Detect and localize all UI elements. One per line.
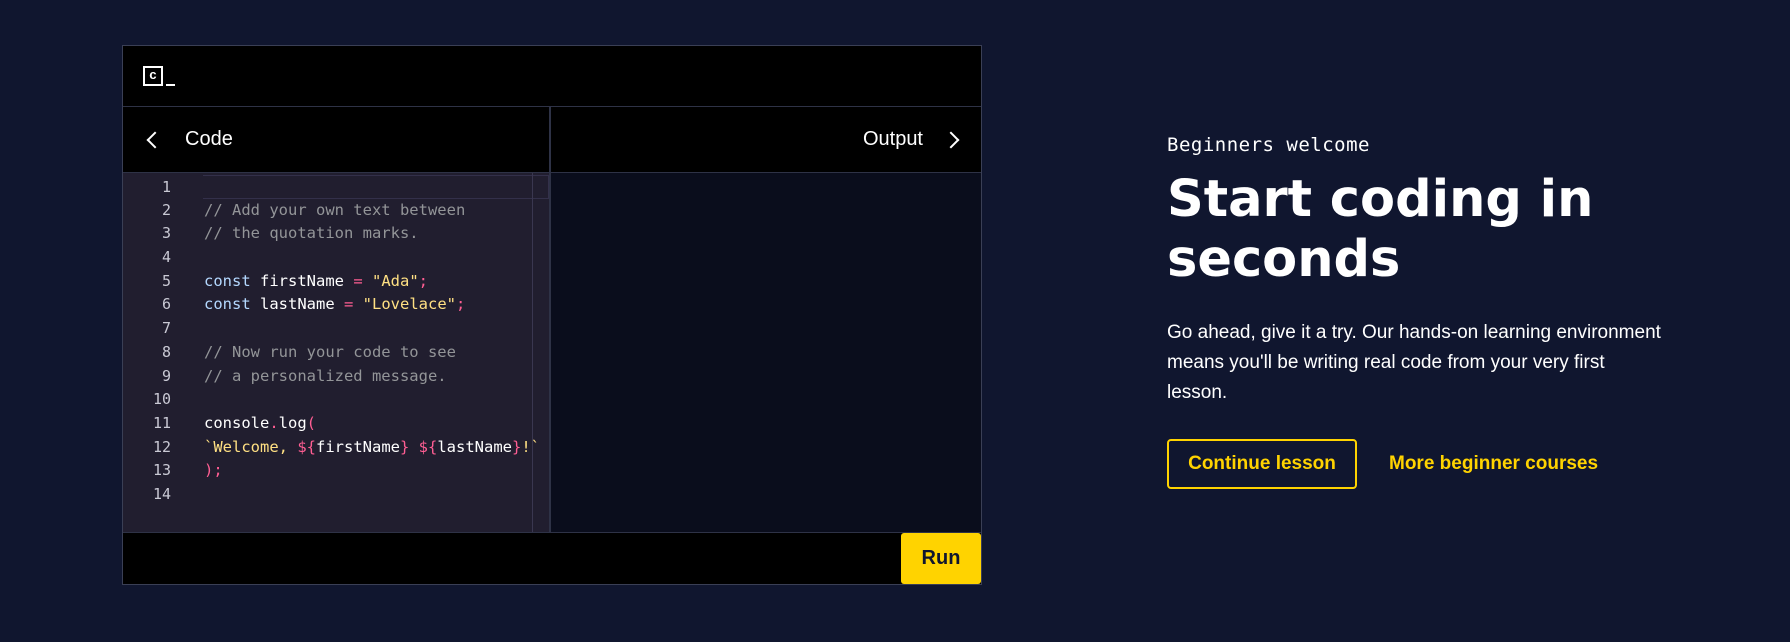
code-token: = [353,271,372,290]
logo-cursor [166,84,175,86]
chevron-left-icon[interactable] [146,131,164,148]
editor-footer: Run [123,533,981,584]
line-number: 12 [152,437,171,456]
editor-toolbar: c [123,46,981,107]
code-token: ); [204,461,223,480]
code-line[interactable]: 8 // Now run your code to see [123,341,549,365]
code-token: firstName [260,271,354,290]
eyebrow-text: Beginners welcome [1167,134,1370,156]
code-line[interactable]: 10 [123,388,549,412]
headline: Start coding in seconds [1167,170,1687,290]
line-number: 3 [161,224,171,243]
line-number: 8 [161,342,171,361]
code-editor-widget: c Code Output 1 2// Add your own text bet… [122,45,982,585]
line-number: 10 [152,390,171,409]
chevron-right-icon[interactable] [942,131,960,148]
code-token: const [204,295,260,314]
line-number: 9 [161,366,171,385]
code-token: ; [456,295,466,314]
code-token: "Ada" [372,271,419,290]
code-token: const [204,271,260,290]
code-line[interactable]: 14 [123,483,549,507]
line-number: 6 [161,295,171,314]
code-token: = [344,295,363,314]
line-number: 11 [152,413,171,432]
code-line[interactable]: 1 [162,175,549,199]
code-line[interactable]: 3 // the quotation marks. [123,222,549,246]
code-line[interactable]: 4 [123,246,549,270]
code-token: ${ [418,437,438,456]
line-number: 2 [161,200,171,219]
code-token: // Now run your code to see [204,342,456,361]
line-number: 14 [152,484,171,503]
continue-lesson-button[interactable]: Continue lesson [1167,439,1357,489]
promo-actions: Continue lesson More beginner courses [1167,439,1687,489]
code-token: "Lovelace" [362,295,456,314]
code-token: ${ [297,437,316,456]
code-token: . [269,413,279,432]
code-pane-tab[interactable]: Code [123,107,551,172]
editor-panes: 1 2// Add your own text between 3// the qu… [123,173,981,533]
code-token: `Welcome, [204,437,298,456]
code-token: ( [306,413,317,432]
promo-section: Beginners welcome Start coding in second… [1167,134,1687,489]
codecademy-logo: c [143,66,163,86]
code-line[interactable]: 13); [123,459,549,483]
output-pane-tab[interactable]: Output [551,107,981,172]
code-token: console [204,413,270,432]
line-number: 13 [152,461,171,480]
code-token: log [278,413,307,432]
output-pane [551,173,981,532]
code-token: firstName [316,437,400,456]
code-token: // the quotation marks. [204,224,419,243]
code-line[interactable]: 2 // Add your own text between [123,199,549,223]
headline-line-2: seconds [1167,230,1401,289]
code-token: ; [418,271,429,290]
code-token: } [512,437,522,456]
run-button[interactable]: Run [901,533,981,584]
code-line[interactable]: 9 // a personalized message. [123,365,549,389]
code-token: lastName [437,437,512,456]
code-editor[interactable]: 1 2// Add your own text between 3// the qu… [123,173,551,532]
code-token: // a personalized message. [204,366,447,385]
code-line[interactable]: 7 [123,317,549,341]
code-tab-label: Code [185,128,233,150]
code-token: lastName [260,295,344,314]
line-number: 1 [161,178,171,196]
headline-line-1: Start coding in [1167,170,1594,229]
line-number: 5 [161,271,171,290]
description: Go ahead, give it a try. Our hands-on le… [1167,322,1661,403]
line-number: 4 [161,248,171,267]
line-number: 7 [161,319,171,338]
code-scrollbar[interactable] [532,173,549,532]
code-line[interactable]: 5 const firstName = "Ada"; [123,270,549,294]
code-line[interactable]: 6 const lastName = "Lovelace"; [123,293,549,317]
code-line[interactable]: 12 `Welcome, ${firstName} ${lastName} !` [123,436,549,460]
more-beginner-courses-link[interactable]: More beginner courses [1389,453,1598,475]
code-token: } [400,437,419,456]
panes-header: Code Output [123,107,981,173]
code-token: // Add your own text between [204,200,466,219]
output-tab-label: Output [862,128,923,150]
code-line[interactable]: 11 console. log( [123,412,549,436]
